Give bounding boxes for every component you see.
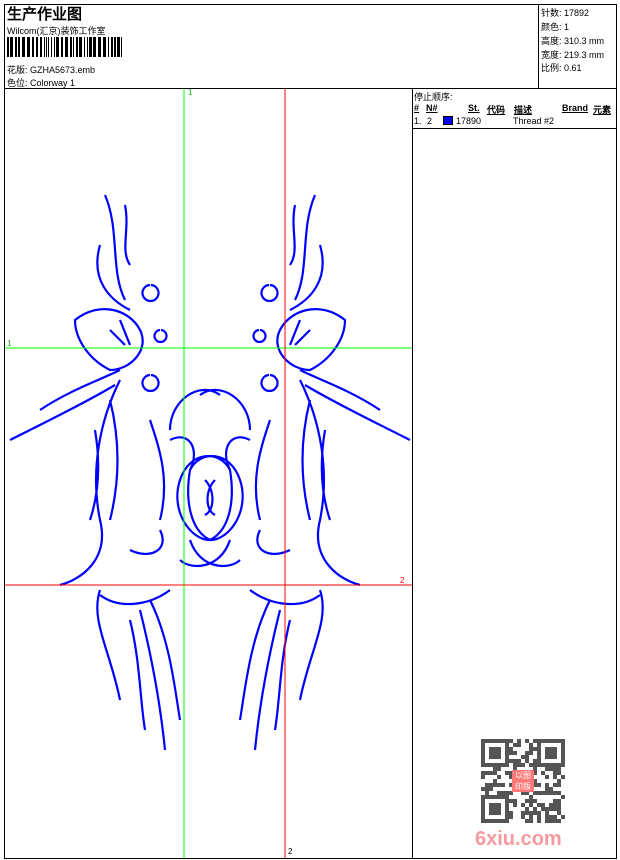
color-swatch [443,116,453,125]
embroidery-design [9,194,411,751]
row-index: 1. [414,116,422,126]
row-description: Thread #2 [513,116,555,126]
row-stitches: 17890 [456,116,482,126]
guide-label-top: 1 [188,88,193,97]
guide-label-right: 2 [400,576,405,585]
guide-label-left: 1 [7,339,12,348]
table-divider [412,128,617,129]
design-height: 高度: 310.3 mm [541,36,605,46]
row-needle: 2 [427,116,433,126]
col-description: 描述 [514,105,533,115]
col-brand: Brand [562,103,589,113]
watermark-text: 6xiu.com [475,828,562,850]
col-stitches: St. [468,103,480,113]
col-code: 代码 [487,105,506,115]
stamp-seal: 以图 印版 [512,770,534,792]
embroidery-preview [5,89,412,858]
production-worksheet: 生产作业图 Wilcom(汇京)装饰工作室 花版: GZHA5673.emb 色… [0,0,620,860]
scale: 比例: 0.61 [541,63,582,73]
col-needle: N# [426,103,438,113]
color-count: 颜色: 1 [541,22,570,32]
stitch-count: 针数: 17892 [541,8,590,18]
design-width: 宽度: 219.3 mm [541,50,605,60]
col-index: # [414,103,420,113]
guide-label-bottom: 2 [288,847,293,856]
qr-code: 以图 印版 [481,739,565,823]
col-element: 元素 [593,105,612,115]
stop-sequence-title: 停止顺序: [414,92,453,102]
